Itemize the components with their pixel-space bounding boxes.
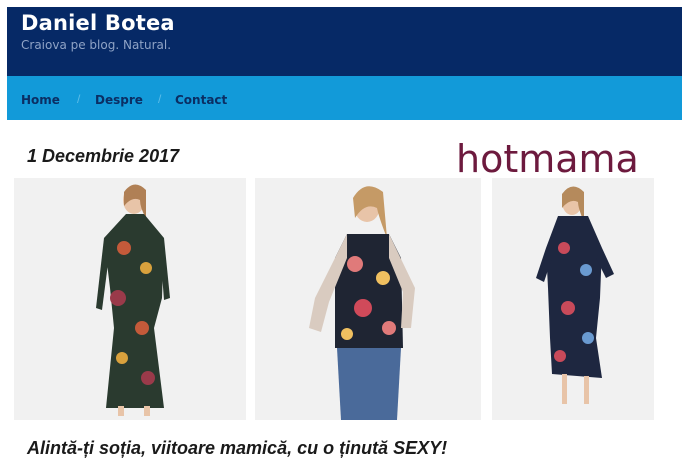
site-header: Daniel Botea Craiova pe blog. Natural. xyxy=(7,7,682,76)
nav-separator: / xyxy=(77,92,81,106)
brand-logo: hotmama xyxy=(456,137,639,181)
product-photo-dress xyxy=(14,178,246,420)
product-photo-top xyxy=(255,178,481,420)
product-photo-velvet-dress xyxy=(492,178,654,420)
model-velvet-illustration xyxy=(536,186,614,404)
nav-separator: / xyxy=(158,92,162,106)
nav-item-contact[interactable]: Contact xyxy=(175,93,227,107)
main-navigation: Home / Despre / Contact xyxy=(7,76,682,120)
site-title[interactable]: Daniel Botea xyxy=(21,11,175,35)
post-title[interactable]: Alintă-ți soția, viitoare mamică, cu o ț… xyxy=(27,438,447,459)
model-top-illustration xyxy=(309,186,415,420)
post-content: 1 Decembrie 2017 hotmama Alintă-ți soția… xyxy=(7,120,682,466)
nav-item-home[interactable]: Home xyxy=(21,93,60,107)
model-dress-illustration xyxy=(96,184,170,416)
site-tagline: Craiova pe blog. Natural. xyxy=(21,38,172,52)
nav-item-despre[interactable]: Despre xyxy=(95,93,143,107)
post-date: 1 Decembrie 2017 xyxy=(27,146,180,166)
